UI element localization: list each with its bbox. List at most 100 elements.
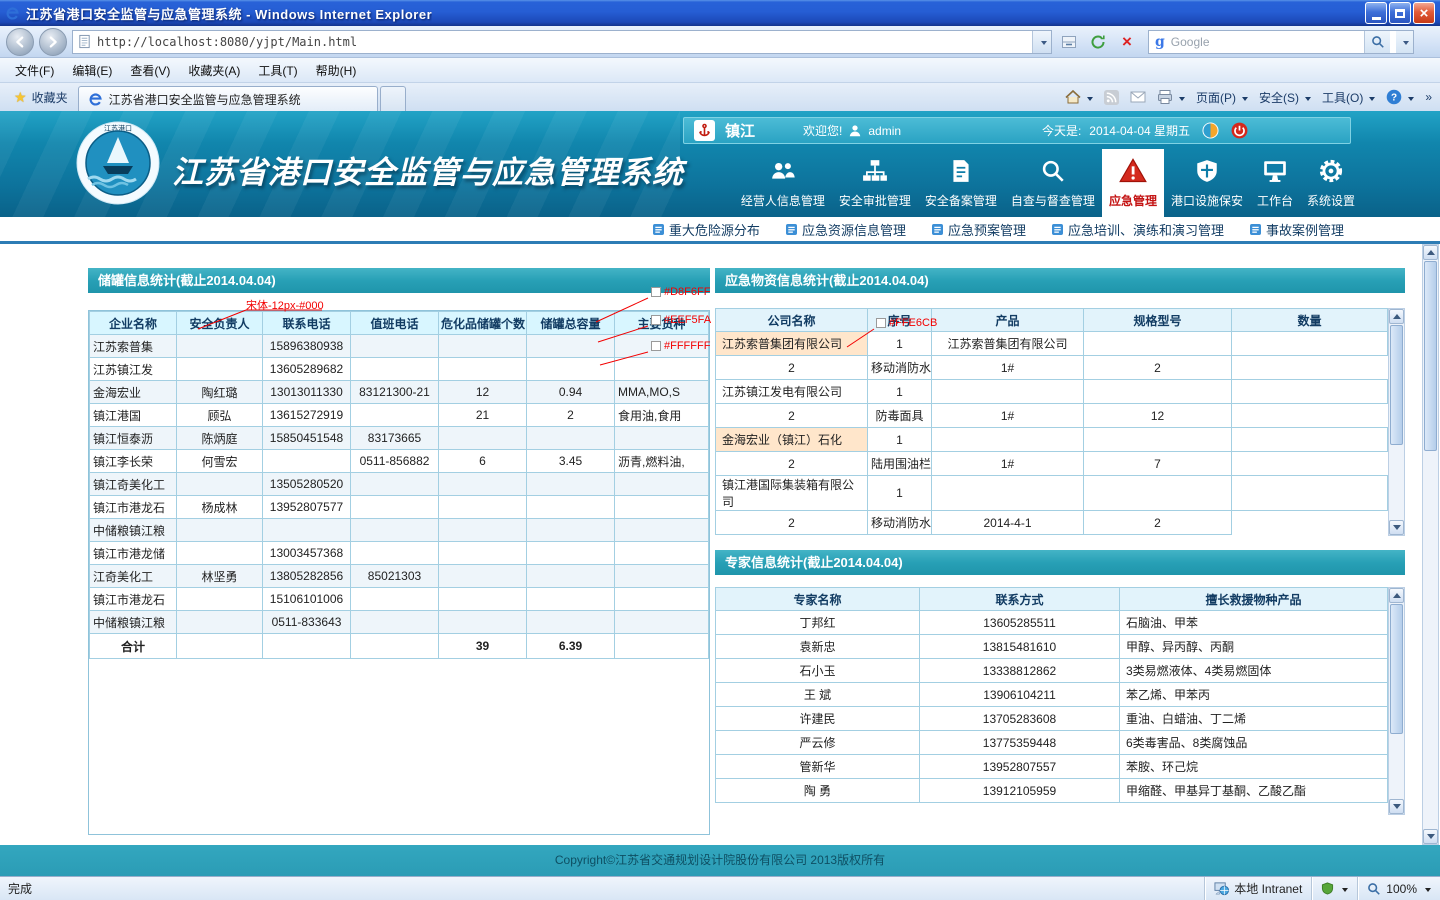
- annotation-altrow-color: #EEF5FA: [651, 314, 711, 326]
- menu-item[interactable]: 帮助(H): [307, 58, 366, 83]
- page-menu-button[interactable]: 页面(P): [1196, 89, 1248, 106]
- supplies-cell: [1084, 332, 1232, 356]
- scroll-thumb[interactable]: [1390, 604, 1403, 734]
- supplies-cell: [932, 428, 1084, 452]
- nav-item[interactable]: 系统设置: [1300, 149, 1362, 217]
- protected-mode-button[interactable]: [1311, 877, 1357, 900]
- expert-cell: 丁邦红: [716, 611, 920, 635]
- search-box[interactable]: g Google: [1148, 30, 1414, 54]
- safety-menu-button[interactable]: 安全(S): [1259, 89, 1311, 106]
- star-icon: ★: [14, 89, 27, 106]
- stop-button[interactable]: ×: [1115, 30, 1139, 54]
- tank-cell: 13003457368: [263, 542, 351, 565]
- nav-item[interactable]: 港口设施保安: [1164, 149, 1250, 217]
- menu-item[interactable]: 文件(F): [6, 58, 63, 83]
- tank-column-header: 联系电话: [263, 312, 351, 335]
- tank-cell: [615, 588, 709, 611]
- feeds-button[interactable]: [1104, 90, 1119, 105]
- ie-logo-icon: [5, 6, 20, 21]
- scroll-down-button[interactable]: [1389, 520, 1404, 535]
- nav-item[interactable]: 安全备案管理: [918, 149, 1004, 217]
- tank-cell: 陈炳庭: [177, 427, 263, 450]
- compatibility-view-button[interactable]: [1057, 30, 1081, 54]
- scroll-up-button[interactable]: [1389, 309, 1404, 324]
- help-button[interactable]: ?: [1386, 89, 1414, 105]
- scroll-thumb[interactable]: [1390, 325, 1403, 445]
- address-field[interactable]: http://localhost:8080/yjpt/Main.html: [72, 30, 1052, 54]
- scroll-down-button[interactable]: [1389, 799, 1404, 814]
- tank-cell: 顾弘: [177, 404, 263, 427]
- experts-scrollbar[interactable]: [1388, 587, 1405, 815]
- tank-table: 企业名称安全负责人联系电话值班电话危化品储罐个数储罐总容量主要货种江苏索普集15…: [89, 311, 709, 659]
- tank-cell: MMA,MO,S: [615, 381, 709, 404]
- search-dropdown[interactable]: [1396, 31, 1413, 53]
- menu-item[interactable]: 工具(T): [249, 58, 306, 83]
- minimize-button[interactable]: [1365, 2, 1387, 24]
- zoom-button[interactable]: 100%: [1357, 877, 1440, 900]
- nav-item[interactable]: 经营人信息管理: [734, 149, 832, 217]
- scroll-up-button[interactable]: [1389, 588, 1404, 603]
- supplies-cell: [1084, 428, 1232, 452]
- browser-tab[interactable]: 江苏省港口安全监管与应急管理系统: [78, 86, 378, 111]
- subnav-item[interactable]: 重大危险源分布: [653, 220, 760, 239]
- tank-cell: 食用油,食用: [615, 404, 709, 427]
- home-round-icon[interactable]: [1202, 122, 1219, 139]
- new-tab-button[interactable]: [380, 86, 406, 111]
- subnav-item[interactable]: 应急资源信息管理: [786, 220, 906, 239]
- tank-cell: [351, 473, 439, 496]
- subnav-item[interactable]: 应急培训、演练和演习管理: [1052, 220, 1224, 239]
- refresh-button[interactable]: [1086, 30, 1110, 54]
- anchor-icon: [694, 120, 715, 141]
- supplies-panel-title: 应急物资信息统计(截止2014.04.04): [715, 268, 1405, 293]
- subnav-item[interactable]: 事故案例管理: [1250, 220, 1344, 239]
- search-button[interactable]: [1364, 31, 1390, 53]
- scroll-thumb[interactable]: [1424, 261, 1437, 451]
- supplies-cell: 2: [716, 511, 868, 535]
- address-dropdown[interactable]: [1032, 31, 1051, 53]
- tank-cell: [615, 496, 709, 519]
- scroll-down-button[interactable]: [1423, 829, 1438, 844]
- subnav-item[interactable]: 应急预案管理: [932, 220, 1026, 239]
- tank-cell: 镇江奇美化工: [90, 473, 177, 496]
- experts-panel-title: 专家信息统计(截止2014.04.04): [715, 550, 1405, 575]
- nav-item[interactable]: 工作台: [1250, 149, 1300, 217]
- supplies-cell: [1232, 476, 1388, 511]
- back-button[interactable]: [6, 28, 34, 56]
- menu-item[interactable]: 收藏夹(A): [179, 58, 249, 83]
- page-icon: [77, 34, 92, 49]
- restore-button[interactable]: [1389, 2, 1411, 24]
- close-button[interactable]: ×: [1413, 2, 1435, 24]
- expert-cell: 严云修: [716, 731, 920, 755]
- logout-icon[interactable]: [1231, 122, 1248, 139]
- forward-button[interactable]: [39, 28, 67, 56]
- tank-cell: 13605289682: [263, 358, 351, 381]
- home-button[interactable]: [1065, 89, 1093, 105]
- tank-cell: 15850451548: [263, 427, 351, 450]
- page-scrollbar[interactable]: [1422, 244, 1439, 845]
- nav-item-label: 经营人信息管理: [741, 192, 825, 209]
- toolbar-overflow-chevron[interactable]: »: [1425, 90, 1432, 104]
- supplies-panel: 应急物资信息统计(截止2014.04.04) 公司名称序号产品规格型号数量江苏索…: [715, 268, 1405, 536]
- tank-total-cell: [177, 634, 263, 659]
- page-footer: Copyright©江苏省交通规划设计院股份有限公司 2013版权所有: [0, 845, 1440, 876]
- tank-cell: 15896380938: [263, 335, 351, 358]
- read-mail-button[interactable]: [1130, 89, 1146, 105]
- tools-menu-button[interactable]: 工具(O): [1322, 89, 1375, 106]
- supplies-scrollbar[interactable]: [1388, 308, 1405, 536]
- scroll-up-button[interactable]: [1423, 245, 1438, 260]
- security-zone: 本地 Intranet: [1204, 877, 1311, 900]
- nav-item[interactable]: 自查与督查管理: [1004, 149, 1102, 217]
- monitor-icon: [1262, 156, 1288, 186]
- tank-cell: [615, 473, 709, 496]
- print-button[interactable]: [1157, 89, 1185, 105]
- nav-item[interactable]: 安全审批管理: [832, 149, 918, 217]
- today-label: 今天是:: [1042, 122, 1081, 139]
- nav-item[interactable]: 应急管理: [1102, 149, 1164, 217]
- favorites-button[interactable]: ★ 收藏夹: [4, 85, 78, 109]
- tank-cell: [615, 611, 709, 634]
- tank-cell: 15106101006: [263, 588, 351, 611]
- menu-item[interactable]: 查看(V): [121, 58, 179, 83]
- tank-row: 镇江港国顾弘13615272919212食用油,食用: [90, 404, 709, 427]
- window-title: 江苏省港口安全监管与应急管理系统 - Windows Internet Expl…: [26, 4, 432, 23]
- menu-item[interactable]: 编辑(E): [63, 58, 121, 83]
